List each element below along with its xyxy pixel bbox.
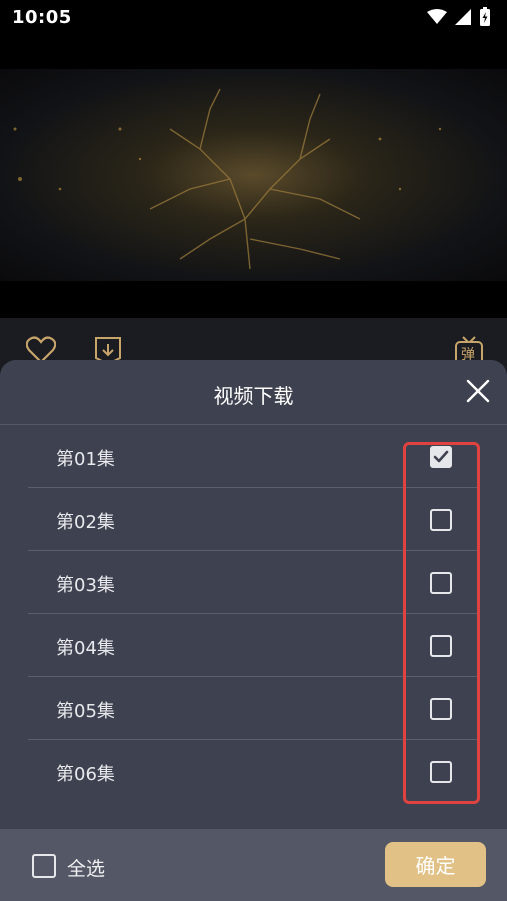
close-icon[interactable] [465, 378, 491, 404]
sheet-header: 视频下载 [0, 360, 507, 425]
episode-label: 第05集 [56, 701, 115, 722]
episode-row[interactable]: 第06集 [28, 740, 480, 803]
episode-label: 第06集 [56, 764, 115, 785]
episode-checkbox[interactable] [430, 509, 452, 531]
episode-label: 第03集 [56, 575, 115, 596]
system-icons [427, 7, 491, 27]
select-all-checkbox[interactable] [32, 854, 56, 878]
video-player[interactable] [0, 69, 507, 281]
battery-icon [480, 7, 490, 26]
episode-label: 第01集 [56, 449, 115, 470]
episode-list: 第01集 第02集 第03集 第04集 第05集 第06集 [0, 425, 507, 829]
episode-row[interactable]: 第03集 [28, 551, 480, 614]
episode-checkbox[interactable] [430, 761, 452, 783]
signal-icon [455, 9, 471, 25]
confirm-button[interactable]: 确定 [385, 842, 486, 887]
episode-label: 第04集 [56, 638, 115, 659]
check-icon [433, 450, 449, 463]
episode-label: 第02集 [56, 512, 115, 533]
wifi-icon [427, 9, 447, 24]
video-frame [13, 88, 442, 270]
status-bar: 10:05 [0, 0, 507, 34]
episode-checkbox[interactable] [430, 635, 452, 657]
episode-row[interactable]: 第02集 [28, 488, 480, 551]
download-sheet: 视频下载 第01集 第02集 第03集 第04集 第05集 第06集 [0, 360, 507, 901]
episode-row[interactable]: 第01集 [28, 425, 480, 488]
episode-row[interactable]: 第04集 [28, 614, 480, 677]
episode-checkbox[interactable] [430, 698, 452, 720]
status-time: 10:05 [12, 6, 72, 28]
episode-checkbox[interactable] [430, 572, 452, 594]
bottom-action-bar: 全选 确定 [0, 829, 507, 901]
episode-row[interactable]: 第05集 [28, 677, 480, 740]
select-all-label[interactable]: 全选 [67, 854, 105, 881]
episode-checkbox[interactable] [430, 446, 452, 468]
sheet-title: 视频下载 [213, 384, 294, 408]
